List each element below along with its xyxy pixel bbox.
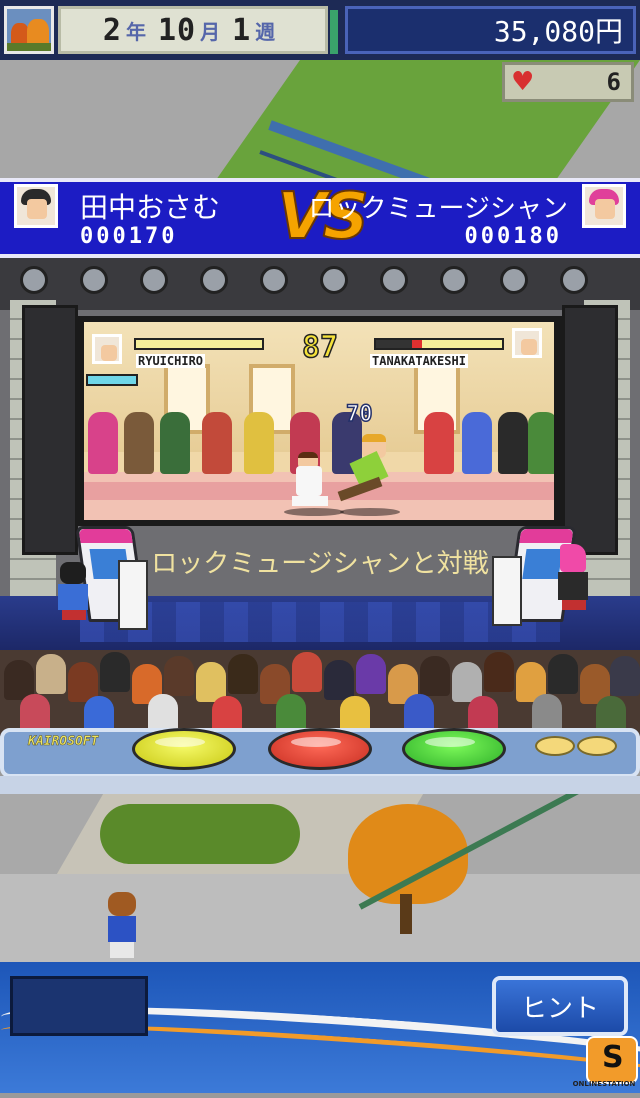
- small-button-2[interactable]: [577, 736, 617, 756]
- speaker-left: [22, 305, 78, 555]
- round-timer: 87: [301, 329, 339, 366]
- player1-character: [56, 562, 90, 624]
- fighter2-health-fill: [416, 340, 502, 348]
- battle-caption: ロックミュージシャンと対戦: [151, 549, 489, 579]
- week-value: 1: [232, 12, 252, 48]
- fighter1-portrait: [92, 334, 122, 364]
- poster-right: [492, 556, 522, 626]
- online-station-logo: S ONLINESTATION: [572, 1036, 638, 1090]
- week-unit: 週: [255, 19, 276, 44]
- stage-lighting-truss: [0, 258, 640, 310]
- small-button-1[interactable]: [535, 736, 575, 756]
- year-value: 2: [102, 12, 122, 48]
- fighter2-sprite: [337, 432, 398, 508]
- month-unit: 月: [200, 19, 221, 44]
- heart-count: 6: [606, 68, 621, 96]
- player2-portrait: [582, 184, 626, 228]
- brand-label: KAIROSOFT: [28, 734, 99, 750]
- fighter1-sprite: [288, 452, 328, 512]
- fighter1-health-fill: [136, 340, 262, 348]
- fighter1-health-bar: [134, 338, 264, 350]
- heart-icon: ♥: [511, 67, 535, 97]
- heart-counter: ♥ 6: [502, 62, 634, 102]
- player1-name: 田中おさむ: [80, 191, 221, 224]
- player2-name: ロックミュージシャン: [308, 194, 568, 224]
- player1-score: 000170: [80, 224, 178, 249]
- poster-left: [118, 560, 148, 630]
- fighter1-name: RYUICHIRO: [136, 354, 206, 368]
- hint-button[interactable]: ヒント: [492, 976, 628, 1036]
- message-box: [10, 976, 148, 1036]
- speaker-right: [562, 305, 618, 555]
- fighter2-portrait: [512, 328, 542, 358]
- fighter2-name: TANAKATAKESHI: [370, 354, 468, 368]
- green-button[interactable]: [402, 728, 506, 770]
- date-display: 2 年 10 月 1 週: [58, 6, 328, 54]
- audience-crowd: [0, 650, 640, 736]
- autumn-tree-icon: [4, 6, 54, 54]
- divider: [330, 10, 338, 54]
- combo-counter: 70: [345, 401, 373, 428]
- yellow-button[interactable]: [132, 728, 236, 770]
- player2-character: [556, 544, 590, 610]
- walking-character: [104, 892, 140, 962]
- month-value: 10: [157, 12, 197, 48]
- year-unit: 年: [125, 19, 146, 44]
- fighter2-shadow: [340, 508, 400, 516]
- money-display: 35,080円: [345, 6, 636, 54]
- fighter1-special-gauge: [86, 374, 138, 386]
- player1-portrait: [14, 184, 58, 228]
- fighter2-health-bar: [374, 338, 504, 350]
- player2-score: 000180: [464, 224, 562, 249]
- town-scene-bottom: [0, 794, 640, 962]
- red-button[interactable]: [268, 728, 372, 770]
